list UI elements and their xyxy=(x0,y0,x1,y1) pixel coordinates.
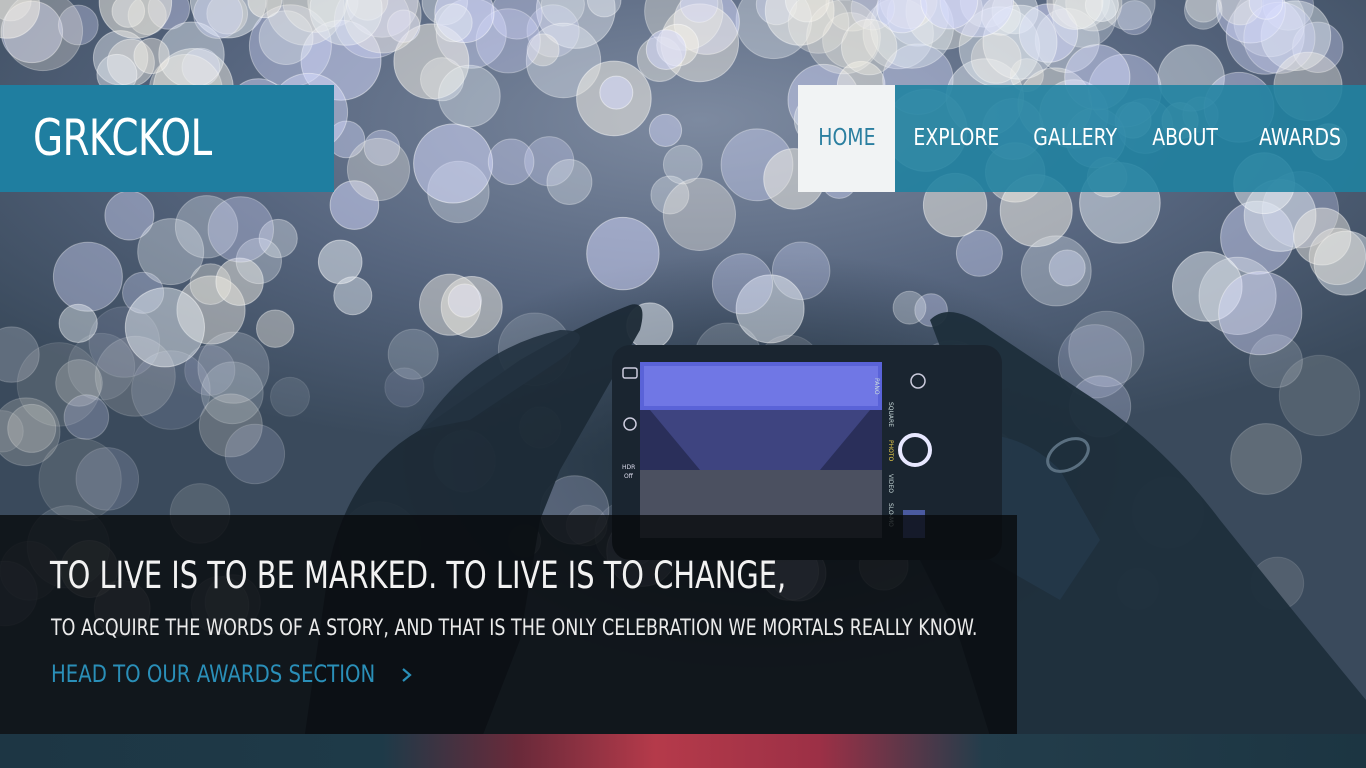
logo[interactable]: GRKCKOL xyxy=(0,85,334,192)
nav-item-explore[interactable]: EXPLORE xyxy=(904,85,1004,192)
awards-section-link[interactable]: HEAD TO OUR AWARDS SECTION xyxy=(51,658,375,690)
nav-item-about[interactable]: ABOUT xyxy=(1142,85,1228,192)
nav-item-about-label: ABOUT xyxy=(1152,125,1218,151)
nav-item-awards-label: AWARDS xyxy=(1259,125,1341,151)
bottom-blur-strip xyxy=(0,734,1366,768)
nav-item-awards[interactable]: AWARDS xyxy=(1250,85,1346,192)
phone-hdr-label: HDR xyxy=(622,464,636,471)
nav-item-gallery-label: GALLERY xyxy=(1033,125,1118,151)
nav-item-home-label: HOME xyxy=(817,125,876,151)
phone-mode-video: VIDEO xyxy=(887,474,894,494)
hero-title: TO LIVE IS TO BE MARKED. TO LIVE IS TO C… xyxy=(50,554,787,597)
phone-mode-square: SQUARE xyxy=(887,402,894,427)
nav-item-explore-label: EXPLORE xyxy=(913,125,1000,151)
phone-mode-photo: PHOTO xyxy=(887,440,894,462)
hero-section: PANO SQUARE PHOTO VIDEO SLO-MO HDR Off G… xyxy=(0,0,1366,768)
nav-item-home[interactable]: HOME xyxy=(798,85,895,192)
logo-text: GRKCKOL xyxy=(33,109,212,167)
phone-hdr-state: Off xyxy=(624,473,633,480)
hero-subtitle: TO ACQUIRE THE WORDS OF A STORY, AND THA… xyxy=(51,616,978,641)
chevron-right-icon[interactable] xyxy=(400,664,414,686)
main-nav: HOME EXPLORE GALLERY ABOUT AWARDS xyxy=(798,85,1366,192)
phone-mode-pano: PANO xyxy=(873,378,880,395)
nav-item-gallery[interactable]: GALLERY xyxy=(1024,85,1122,192)
